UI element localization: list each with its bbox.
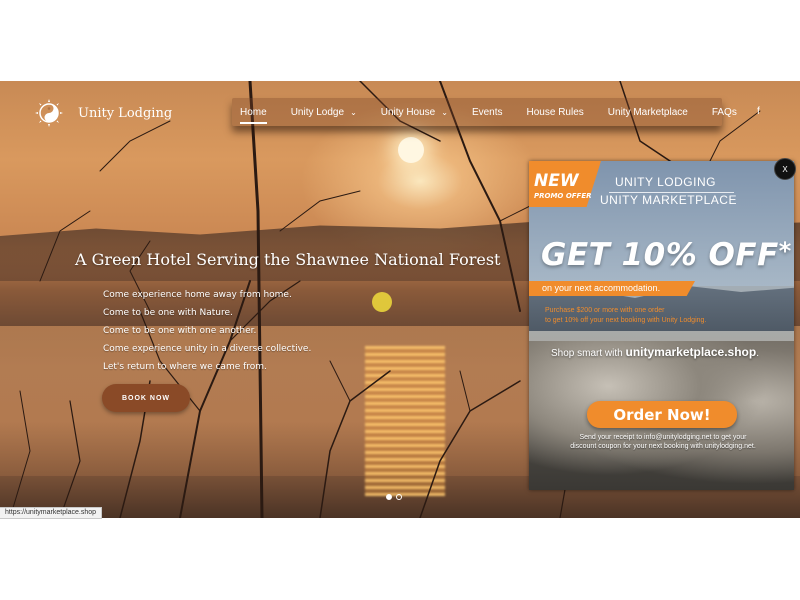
nav-item-house-rules[interactable]: House Rules bbox=[527, 107, 584, 118]
promo-headline-text: GET 10% OFF bbox=[541, 237, 779, 273]
accommodation-text: on your next accommodation. bbox=[542, 283, 661, 293]
slider-pagination bbox=[386, 494, 402, 500]
order-now-button[interactable]: Order Now! bbox=[587, 401, 737, 428]
receipt-instructions-line: Send your receipt to info@unitylodging.n… bbox=[579, 434, 747, 441]
status-bar-url: https://unitymarketplace.shop bbox=[0, 507, 103, 519]
promo-headline: GET 10% OFF* bbox=[541, 237, 792, 273]
hero-tagline-list: Come experience home away from home. Com… bbox=[103, 289, 311, 379]
nav-item-faqs[interactable]: FAQs bbox=[712, 107, 737, 118]
nav-item-label: Unity Lodge bbox=[290, 106, 345, 118]
shop-smart-text: Shop smart with unitymarketplace.shop. bbox=[551, 345, 759, 359]
facebook-icon[interactable]: f bbox=[757, 106, 760, 117]
hero-title: A Green Hotel Serving the Shawnee Nation… bbox=[75, 250, 501, 269]
slider-dot[interactable] bbox=[396, 494, 402, 500]
nav-item-label: Events bbox=[471, 106, 503, 118]
nav-item-unity-marketplace[interactable]: Unity Marketplace bbox=[608, 107, 688, 118]
chevron-down-icon: ⌄ bbox=[441, 107, 448, 117]
close-popup-button[interactable]: X bbox=[774, 158, 796, 180]
purchase-terms: Purchase $200 or more with one order to … bbox=[545, 306, 706, 326]
chevron-down-icon: ⌄ bbox=[350, 107, 357, 117]
nav-item-home[interactable]: Home bbox=[240, 106, 267, 124]
promo-offer-label: PROMO OFFER bbox=[534, 192, 592, 200]
shop-suffix: . bbox=[756, 348, 759, 359]
shop-site-link[interactable]: unitymarketplace.shop bbox=[625, 345, 756, 359]
brand-name: Unity Lodging bbox=[78, 105, 173, 121]
nav-item-unity-lodge[interactable]: Unity Lodge ⌄ bbox=[291, 107, 357, 118]
receipt-instructions-line: discount coupon for your next booking wi… bbox=[570, 443, 756, 450]
nav-item-label: FAQs bbox=[711, 106, 737, 118]
hero-tagline: Come experience home away from home. bbox=[103, 290, 292, 300]
hero-tagline: Let's return to where we came from. bbox=[103, 362, 267, 372]
purchase-terms-line: Purchase $200 or more with one order bbox=[545, 307, 665, 314]
nav-item-label: Unity House bbox=[380, 106, 436, 118]
hero-tagline: Come to be one with one another. bbox=[103, 326, 257, 336]
nav-item-label: House Rules bbox=[526, 106, 584, 118]
yin-yang-sun-icon bbox=[35, 99, 63, 127]
browser-viewport: Unity Lodging Home Unity Lodge ⌄ Unity Ho… bbox=[0, 0, 800, 600]
nav-item-unity-house[interactable]: Unity House ⌄ bbox=[381, 107, 448, 118]
main-navigation: Home Unity Lodge ⌄ Unity House ⌄ Events Ho… bbox=[232, 98, 737, 126]
slider-dot[interactable] bbox=[386, 494, 392, 500]
new-label: NEW bbox=[534, 171, 579, 191]
nav-item-events[interactable]: Events bbox=[472, 107, 503, 118]
site-brand[interactable]: Unity Lodging bbox=[34, 98, 172, 128]
purchase-terms-line: to get 10% off your next booking with Un… bbox=[545, 317, 707, 324]
nav-item-label: Home bbox=[240, 106, 267, 118]
promo-headline-asterisk: * bbox=[778, 237, 792, 265]
promo-popup[interactable]: NEW PROMO OFFER UNITY LODGING UNITY MARK… bbox=[529, 161, 794, 490]
hero-tagline: Come to be one with Nature. bbox=[103, 308, 233, 318]
promo-brand-line-2: UNITY MARKETPLACE bbox=[600, 193, 737, 207]
receipt-instructions: Send your receipt to info@unitylodging.n… bbox=[543, 433, 783, 451]
nav-item-label: Unity Marketplace bbox=[607, 106, 688, 118]
hero-tagline: Come experience unity in a diverse colle… bbox=[103, 344, 312, 354]
book-now-button[interactable]: BOOK NOW bbox=[102, 384, 190, 412]
shop-prefix: Shop smart with bbox=[551, 348, 626, 359]
promo-brand-line-1: UNITY LODGING bbox=[615, 175, 716, 189]
